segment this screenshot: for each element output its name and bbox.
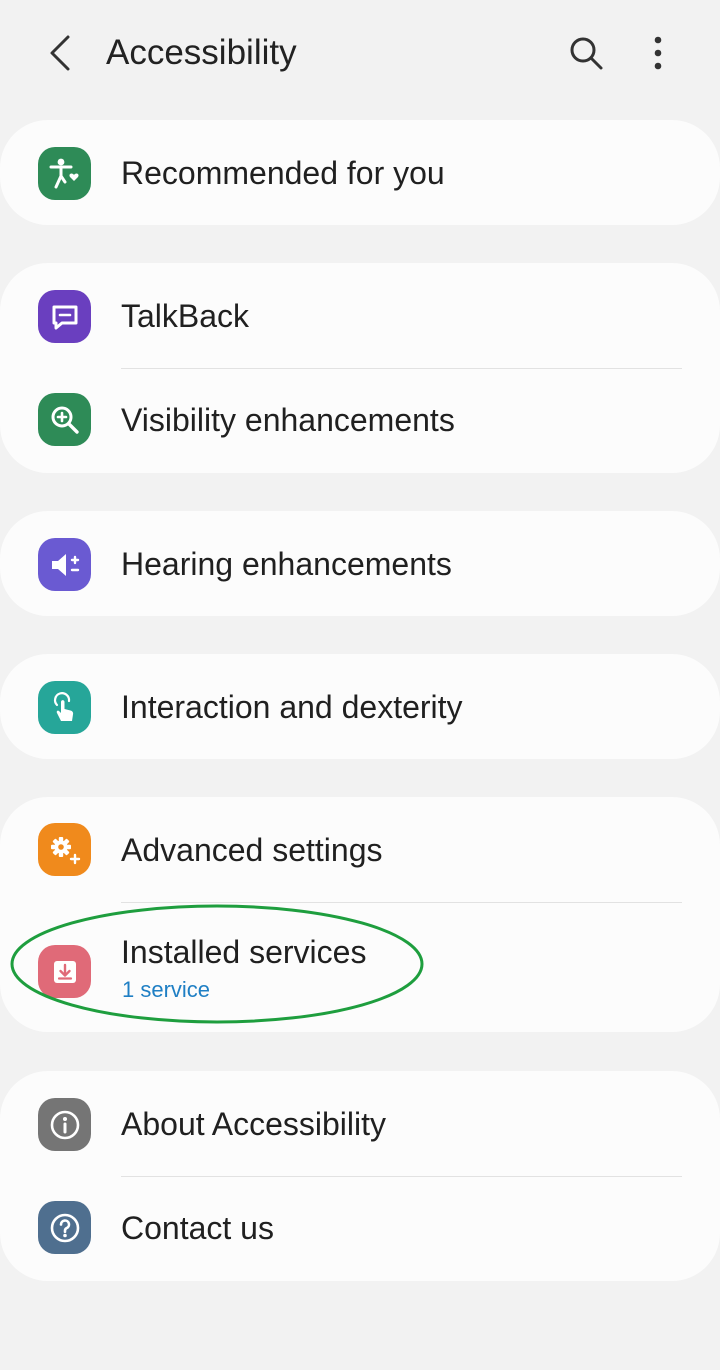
menu-item-about-accessibility[interactable]: About Accessibility: [0, 1071, 720, 1176]
zoom-in-icon: [38, 393, 91, 446]
menu-item-talkback[interactable]: TalkBack: [0, 263, 720, 368]
back-arrow-icon: [50, 35, 70, 71]
search-button[interactable]: [562, 28, 610, 78]
search-icon: [570, 37, 603, 70]
menu-item-sublabel: 1 service: [122, 977, 211, 1002]
menu-item-installed-services[interactable]: Installed services 1 service: [0, 902, 720, 1032]
volume-plus-minus-icon: [38, 538, 91, 591]
menu-item-interaction-and-dexterity[interactable]: Interaction and dexterity: [0, 654, 720, 759]
accessibility-person-icon: [38, 147, 91, 200]
page-title: Accessibility: [106, 33, 297, 72]
menu-item-recommended-for-you[interactable]: Recommended for you: [0, 120, 720, 225]
settings-group-advanced: Advanced settings Installed services 1 s…: [0, 797, 720, 1032]
question-icon: [38, 1201, 91, 1254]
menu-item-label: Installed services: [121, 934, 367, 970]
settings-group-hearing: Hearing enhancements: [0, 511, 720, 616]
back-button[interactable]: [36, 28, 84, 78]
menu-item-label: Recommended for you: [121, 155, 445, 191]
menu-item-visibility-enhancements[interactable]: Visibility enhancements: [0, 368, 720, 473]
gear-plus-icon: [38, 823, 91, 876]
menu-item-label: About Accessibility: [121, 1106, 387, 1142]
speech-bubble-icon: [38, 290, 91, 343]
settings-group-vision: TalkBack Visibility enhancements: [0, 263, 720, 473]
menu-item-label: Visibility enhancements: [121, 402, 455, 438]
info-icon: [38, 1098, 91, 1151]
menu-item-hearing-enhancements[interactable]: Hearing enhancements: [0, 511, 720, 616]
more-options-icon: [654, 36, 662, 70]
touch-hand-icon: [38, 681, 91, 734]
menu-item-label: TalkBack: [121, 298, 250, 334]
settings-group-interaction: Interaction and dexterity: [0, 654, 720, 759]
menu-item-label: Interaction and dexterity: [121, 689, 463, 725]
download-icon: [38, 945, 91, 998]
menu-item-advanced-settings[interactable]: Advanced settings: [0, 797, 720, 902]
settings-group-recommended: Recommended for you: [0, 120, 720, 225]
menu-item-contact-us[interactable]: Contact us: [0, 1176, 720, 1281]
more-options-button[interactable]: [636, 28, 680, 78]
menu-item-label: Contact us: [121, 1210, 274, 1246]
settings-group-about: About Accessibility Contact us: [0, 1071, 720, 1281]
app-bar: Accessibility: [0, 0, 720, 108]
menu-item-label: Advanced settings: [121, 832, 383, 868]
menu-item-label: Hearing enhancements: [121, 546, 452, 582]
